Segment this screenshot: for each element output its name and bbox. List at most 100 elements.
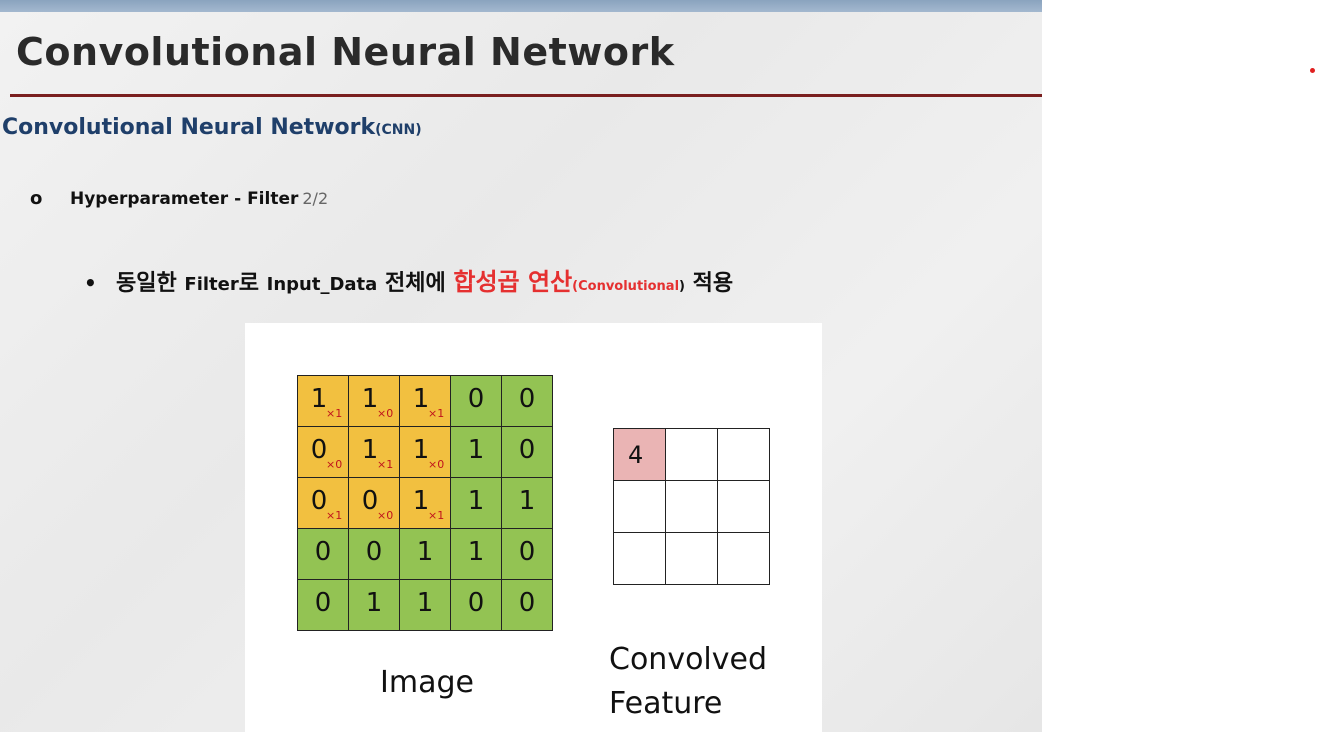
image-cell: 1 ×1 bbox=[348, 426, 400, 478]
image-cell-value: 1 bbox=[361, 384, 379, 414]
image-cell: 1 bbox=[399, 528, 451, 580]
image-cell-value: 0 bbox=[518, 537, 536, 567]
image-cell-value: 1 bbox=[310, 384, 328, 414]
bullet-marker-dot: • bbox=[84, 271, 97, 295]
image-cell: 0 bbox=[501, 375, 553, 427]
image-cell-value: 1 bbox=[467, 435, 485, 465]
image-cell-value: 0 bbox=[314, 537, 332, 567]
bullet-text-part1: 동일한 bbox=[116, 271, 177, 296]
header-band bbox=[0, 0, 1042, 12]
bullet-paren-close: ) bbox=[679, 279, 685, 294]
feature-label-line1: Convolved bbox=[609, 642, 768, 677]
filter-weight: ×1 bbox=[326, 509, 343, 522]
title-divider bbox=[10, 94, 1042, 97]
image-cell-value: 0 bbox=[361, 486, 379, 516]
image-cell-value: 1 bbox=[365, 588, 383, 618]
feature-matrix-row bbox=[613, 532, 770, 585]
image-cell: 1 ×1 bbox=[399, 477, 451, 529]
image-cell: 0 bbox=[501, 426, 553, 478]
image-cell: 1 bbox=[450, 426, 502, 478]
feature-cell bbox=[717, 532, 770, 585]
bullet-text-part4: Input_Data bbox=[266, 274, 378, 295]
section-heading-abbr: (CNN) bbox=[375, 122, 422, 138]
bullet-text-part5: 전체에 bbox=[384, 271, 446, 296]
image-cell-value: 0 bbox=[310, 486, 328, 516]
image-cell: 0 ×1 bbox=[297, 477, 349, 529]
bullet-description: • 동일한 Filter로 Input_Data 전체에 합성곱 연산(Convo… bbox=[84, 262, 733, 297]
feature-cell-value: 4 bbox=[628, 440, 644, 469]
image-cell: 1 bbox=[450, 477, 502, 529]
bullet-text-part6: 적용 bbox=[692, 271, 734, 296]
image-cell: 1 ×0 bbox=[348, 375, 400, 427]
bullet-marker-circle: o bbox=[30, 188, 43, 209]
image-cell-value: 1 bbox=[361, 435, 379, 465]
bullet-highlight-sub: (Convolutional bbox=[572, 279, 680, 294]
bullet-hyperparameter: o Hyperparameter - Filter 2/2 bbox=[30, 188, 328, 209]
bullet-text-part3: 로 bbox=[238, 271, 259, 296]
feature-cell bbox=[717, 428, 770, 481]
image-matrix-row: 0 ×0 1 ×1 1 ×0 1 0 bbox=[297, 426, 553, 478]
filter-weight: ×0 bbox=[377, 509, 394, 522]
convolution-figure: 1 ×1 1 ×0 1 ×1 0 0 0 ×0 1 ×1 1 ×0 1 0 0 ×1 0 ×0 1 ×1 1 1 0 0 1 1 0 0 1… bbox=[245, 323, 822, 732]
feature-label-line2: Feature bbox=[609, 686, 723, 721]
bullet-page-indicator: 2/2 bbox=[302, 189, 329, 208]
slide-canvas: Convolutional Neural Network Convolution… bbox=[0, 0, 1042, 732]
image-cell-value: 0 bbox=[518, 384, 536, 414]
image-matrix-row: 0 1 1 0 0 bbox=[297, 579, 553, 631]
image-cell: 0 bbox=[450, 375, 502, 427]
image-cell: 0 bbox=[348, 528, 400, 580]
image-cell: 0 bbox=[297, 528, 349, 580]
image-cell: 0 bbox=[450, 579, 502, 631]
filter-weight: ×0 bbox=[428, 458, 445, 471]
filter-weight: ×0 bbox=[326, 458, 343, 471]
filter-weight: ×1 bbox=[326, 407, 343, 420]
image-cell-value: 0 bbox=[314, 588, 332, 618]
image-matrix-row: 1 ×1 1 ×0 1 ×1 0 0 bbox=[297, 375, 553, 427]
image-matrix-row: 0 ×1 0 ×0 1 ×1 1 1 bbox=[297, 477, 553, 529]
bullet-text-part2: Filter bbox=[184, 274, 239, 295]
feature-cell: 4 bbox=[613, 428, 666, 481]
section-heading: Convolutional Neural Network(CNN) bbox=[2, 115, 422, 140]
image-cell-value: 0 bbox=[467, 588, 485, 618]
image-cell: 0 bbox=[297, 579, 349, 631]
bullet-hyperparameter-text: Hyperparameter - Filter bbox=[70, 189, 299, 209]
image-cell-value: 1 bbox=[416, 537, 434, 567]
convolved-feature-matrix: 4 bbox=[613, 428, 770, 585]
image-cell: 1 ×1 bbox=[297, 375, 349, 427]
image-cell-value: 0 bbox=[518, 588, 536, 618]
image-cell-value: 0 bbox=[310, 435, 328, 465]
image-cell-value: 0 bbox=[518, 435, 536, 465]
image-cell: 1 bbox=[450, 528, 502, 580]
image-cell-value: 1 bbox=[467, 537, 485, 567]
image-cell: 0 bbox=[501, 528, 553, 580]
image-cell-value: 1 bbox=[412, 486, 430, 516]
image-cell-value: 1 bbox=[467, 486, 485, 516]
image-matrix: 1 ×1 1 ×0 1 ×1 0 0 0 ×0 1 ×1 1 ×0 1 0 0 ×1 0 ×0 1 ×1 1 1 0 0 1 1 0 0 1… bbox=[297, 375, 553, 631]
feature-label: Convolved Feature bbox=[609, 638, 767, 726]
slide-title: Convolutional Neural Network bbox=[16, 30, 675, 74]
image-cell: 0 ×0 bbox=[348, 477, 400, 529]
image-cell-value: 1 bbox=[412, 435, 430, 465]
image-cell-value: 1 bbox=[518, 486, 536, 516]
image-cell: 1 ×0 bbox=[399, 426, 451, 478]
image-cell-value: 0 bbox=[467, 384, 485, 414]
image-cell: 0 bbox=[501, 579, 553, 631]
image-matrix-row: 0 0 1 1 0 bbox=[297, 528, 553, 580]
filter-weight: ×1 bbox=[428, 509, 445, 522]
image-cell: 0 ×0 bbox=[297, 426, 349, 478]
feature-cell bbox=[613, 480, 666, 533]
image-cell: 1 bbox=[399, 579, 451, 631]
laser-pointer-dot bbox=[1310, 68, 1315, 73]
feature-matrix-row bbox=[613, 480, 770, 533]
feature-cell bbox=[613, 532, 666, 585]
image-cell-value: 0 bbox=[365, 537, 383, 567]
feature-cell bbox=[665, 428, 718, 481]
section-heading-text: Convolutional Neural Network bbox=[2, 115, 376, 140]
filter-weight: ×0 bbox=[377, 407, 394, 420]
feature-cell bbox=[717, 480, 770, 533]
image-label: Image bbox=[380, 665, 474, 700]
bullet-highlight: 합성곱 연산 bbox=[453, 268, 573, 296]
image-cell: 1 bbox=[501, 477, 553, 529]
image-cell-value: 1 bbox=[416, 588, 434, 618]
feature-cell bbox=[665, 532, 718, 585]
